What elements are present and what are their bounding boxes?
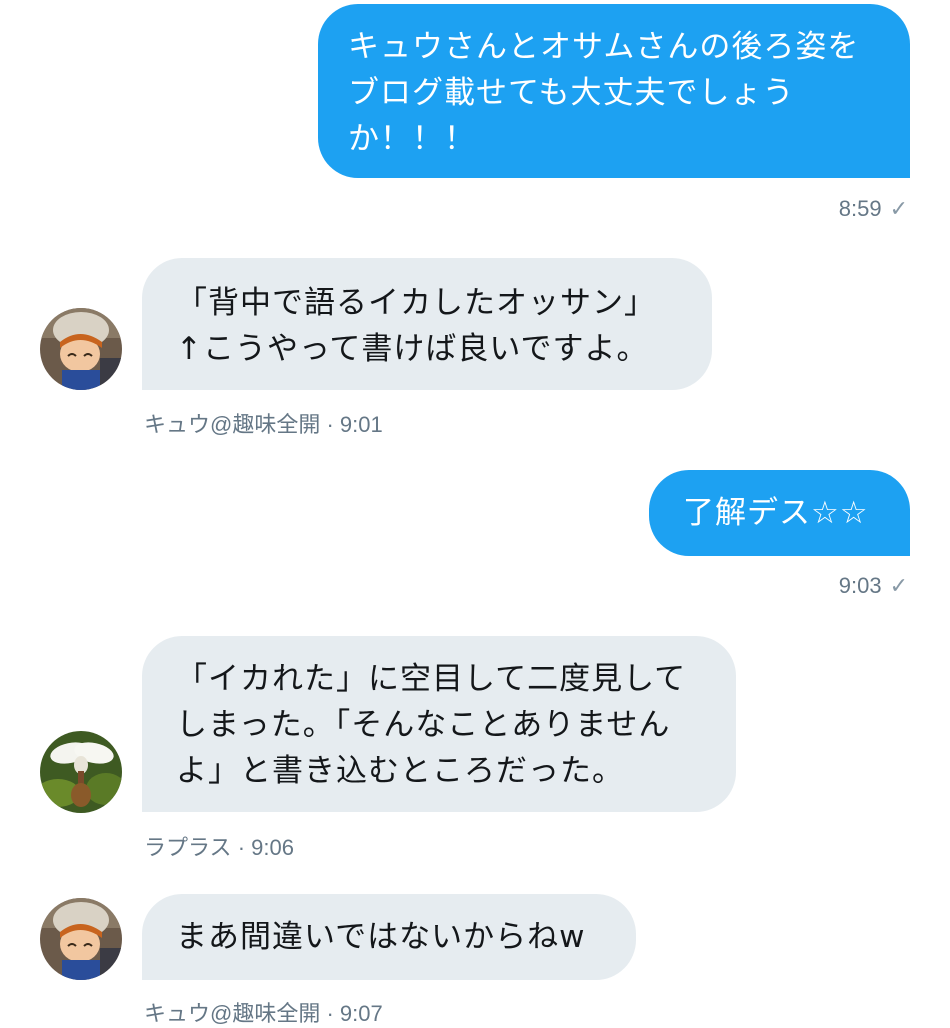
sender-name[interactable]: キュウ@趣味全開 — [144, 412, 320, 437]
message-time: · 9:01 — [326, 412, 383, 437]
message-text-line: 「イカれた」に空目して二度見して — [176, 661, 687, 697]
message-text-line: まあ間違いではないからねw — [176, 919, 586, 955]
message-text-line: 「背中で語るイカしたオッサン」 — [176, 285, 656, 321]
message-text-line: キュウさんとオサムさんの後ろ姿を — [348, 29, 860, 65]
message-text-line: ↑こうやって書けば良いですよ。 — [176, 331, 649, 367]
avatar-kyu-icon — [40, 308, 122, 390]
message-text-line: 了解デス☆☆ — [683, 495, 869, 531]
message-time: · 9:06 — [237, 835, 294, 860]
message-text-line: か！！！ — [348, 121, 476, 157]
avatar[interactable] — [40, 731, 122, 813]
read-check-icon: ✓ — [889, 196, 908, 221]
message-text-line: よ」と書き込むところだった。 — [176, 753, 624, 789]
message-text-line: ブログ載せても大丈夫でしょう — [348, 75, 795, 111]
message-meta: 9:03 ✓ — [839, 573, 908, 599]
message-time: 8:59 — [838, 196, 882, 221]
message-meta: キュウ@趣味全開 · 9:01 — [144, 407, 383, 439]
message-meta: ラプラス · 9:06 — [144, 830, 294, 862]
message-meta: 8:59 ✓ — [839, 196, 908, 222]
message-meta: キュウ@趣味全開 · 9:07 — [144, 996, 383, 1028]
avatar-kyu-icon — [40, 898, 122, 980]
message-time: · 9:07 — [326, 1001, 383, 1026]
message-text-line: しまった。「そんなことありません — [176, 707, 671, 743]
message-time: 9:03 — [838, 573, 882, 598]
sender-name[interactable]: ラプラス — [144, 835, 232, 860]
message-bubble-incoming[interactable]: 「背中で語るイカしたオッサン」 ↑こうやって書けば良いですよ。 — [142, 258, 712, 390]
message-bubble-incoming[interactable]: 「イカれた」に空目して二度見して しまった。「そんなことありません よ」と書き込… — [142, 636, 736, 812]
message-bubble-incoming[interactable]: まあ間違いではないからねw — [142, 894, 636, 980]
avatar-laplace-icon — [40, 731, 122, 813]
message-bubble-outgoing[interactable]: キュウさんとオサムさんの後ろ姿を ブログ載せても大丈夫でしょう か！！！ — [318, 4, 910, 178]
avatar[interactable] — [40, 308, 122, 390]
sender-name[interactable]: キュウ@趣味全開 — [144, 1001, 320, 1026]
message-bubble-outgoing[interactable]: 了解デス☆☆ — [649, 470, 910, 556]
avatar[interactable] — [40, 898, 122, 980]
read-check-icon: ✓ — [889, 573, 908, 598]
